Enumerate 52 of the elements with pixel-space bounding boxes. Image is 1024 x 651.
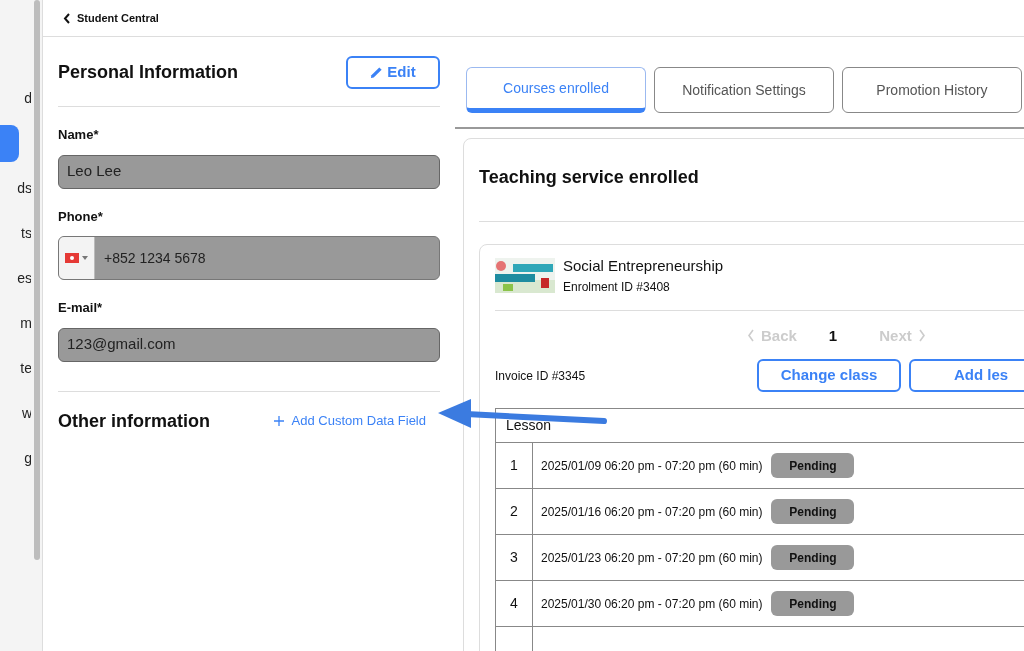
field-label: Phone* <box>58 207 104 226</box>
pencil-icon <box>370 65 384 79</box>
column-header: Lesson <box>496 409 1024 443</box>
sidebar-item[interactable] <box>0 125 19 162</box>
lesson-time: 2025/01/30 06:20 pm - 07:20 pm (60 min) <box>541 595 763 613</box>
lesson-time: 2025/01/16 06:20 pm - 07:20 pm (60 min) <box>541 503 763 521</box>
tab[interactable]: Notification Settings <box>654 67 834 113</box>
country-select[interactable] <box>59 237 95 279</box>
card-title: Teaching service enrolled <box>479 166 700 189</box>
phone-field[interactable]: +852 1234 5678 <box>58 236 440 280</box>
status-badge: Pending <box>771 591 855 616</box>
scrollbar[interactable] <box>33 0 40 560</box>
field-label: E-mail* <box>58 299 104 317</box>
status-badge: Pending <box>771 453 855 478</box>
sidebar-item[interactable]: ds <box>0 170 31 207</box>
status-badge: Pending <box>771 499 855 524</box>
lesson-time: 2025/01/09 06:20 pm - 07:20 pm (60 min) <box>541 457 763 475</box>
course-name: Social Entrepreneurship <box>563 256 724 276</box>
tab[interactable]: Courses enrolled <box>466 67 646 113</box>
text-field[interactable]: Leo Lee <box>58 154 440 189</box>
edit-button[interactable]: Edit <box>346 55 440 89</box>
text-field[interactable]: 123@gmail.com <box>58 327 440 362</box>
sidebar-item[interactable]: m <box>0 305 31 342</box>
caret-icon <box>82 256 88 260</box>
lesson-time: 2025/01/23 06:20 pm - 07:20 pm (60 min) <box>541 549 763 567</box>
plus-icon <box>273 416 284 426</box>
sidebar-item[interactable]: d <box>0 80 31 117</box>
tab[interactable]: Promotion History <box>842 67 1022 113</box>
sidebar-item[interactable]: g <box>0 440 31 477</box>
add-field-link[interactable]: Add Custom Data Field <box>273 411 426 431</box>
back-link[interactable]: Student Central <box>63 9 159 27</box>
page-number[interactable]: 1 <box>828 324 838 347</box>
row-number: 3 <box>496 535 533 580</box>
field-label: Name* <box>58 126 100 144</box>
section-title: Other information <box>58 409 210 433</box>
chevron-right-icon <box>917 329 926 343</box>
row-number: 4 <box>496 581 533 626</box>
row-number: 2 <box>496 489 533 534</box>
section-title: Personal Information <box>58 60 239 84</box>
sidebar-item[interactable]: es <box>0 260 31 297</box>
phone-value: +852 1234 5678 <box>103 248 206 268</box>
status-badge: Pending <box>771 545 855 570</box>
enrolment-id: Enrolment ID #3408 <box>563 278 671 296</box>
action-button[interactable]: Change class <box>757 359 901 392</box>
sidebar-item[interactable]: ts <box>0 215 31 252</box>
invoice-id: Invoice ID #3345 <box>495 367 587 385</box>
sidebar-item[interactable]: te <box>0 350 31 387</box>
chevron-left-icon <box>63 12 71 24</box>
row-number: 1 <box>496 443 533 488</box>
chevron-left-icon <box>747 329 755 343</box>
action-button[interactable]: Add les <box>909 359 1024 392</box>
flag-icon <box>65 253 79 263</box>
